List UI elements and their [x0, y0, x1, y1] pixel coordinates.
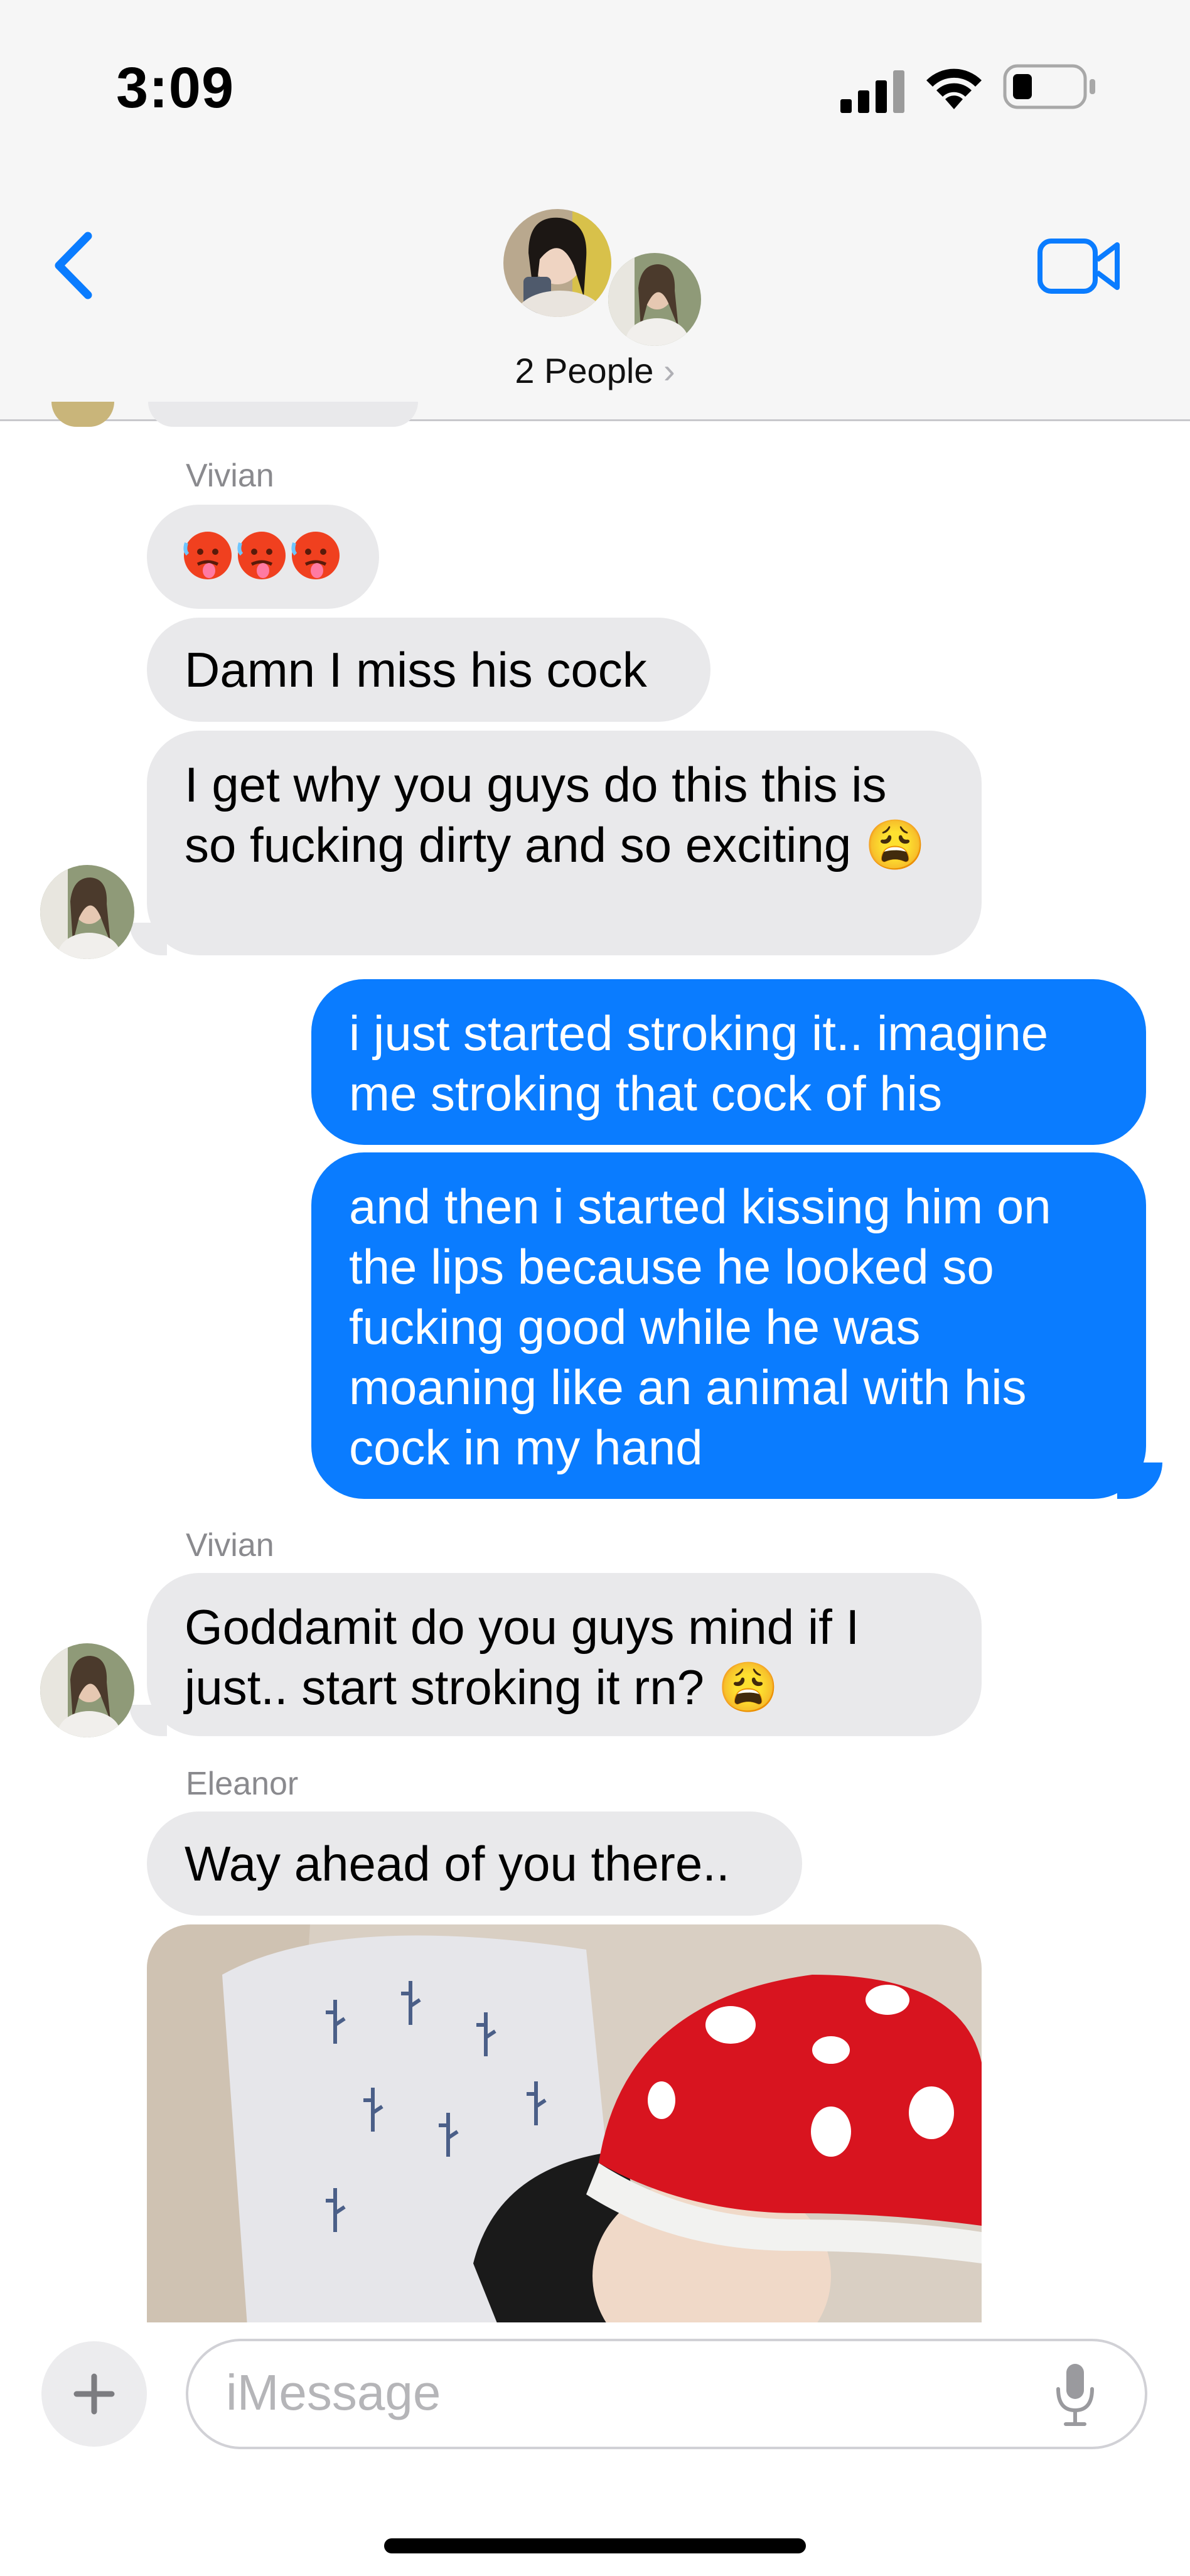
- photo-attachment[interactable]: [147, 1924, 982, 2326]
- sender-name: Eleanor: [186, 1766, 299, 1802]
- message-bubble-incoming[interactable]: I get why you guys do this this is so fu…: [147, 731, 982, 955]
- group-name-label: 2 People: [515, 351, 654, 390]
- message-input-placeholder: iMessage: [226, 2364, 441, 2420]
- bubble-tail: [1117, 1462, 1162, 1499]
- avatar-vivian[interactable]: [40, 865, 134, 959]
- message-bubble-incoming[interactable]: 🥵🥵🥵: [147, 505, 379, 609]
- message-bubble-incoming[interactable]: Damn I miss his cock: [147, 618, 710, 722]
- bubble-tail: [129, 923, 167, 955]
- wifi-icon: [926, 68, 982, 109]
- message-text: Damn I miss his cock: [185, 642, 647, 697]
- message-text: Way ahead of you there..: [185, 1836, 730, 1891]
- bubble-tail: [129, 1705, 167, 1736]
- chevron-right-icon: ›: [663, 351, 675, 390]
- apps-plus-button[interactable]: [41, 2341, 147, 2447]
- sender-name: Vivian: [186, 1527, 274, 1564]
- avatar-vivian[interactable]: [40, 1643, 134, 1737]
- hot-face-emoji: [183, 532, 340, 579]
- signal-icon: [840, 70, 904, 113]
- message-text: and then i started kissing him on the li…: [349, 1179, 1051, 1475]
- microphone-icon[interactable]: [1054, 2361, 1096, 2428]
- group-name[interactable]: 2 People ›: [0, 350, 1190, 391]
- message-bubble-outgoing[interactable]: and then i started kissing him on the li…: [311, 1152, 1146, 1499]
- back-chevron-icon[interactable]: [49, 231, 99, 300]
- status-time: 3:09: [116, 56, 235, 120]
- previous-message-bubble: [148, 402, 418, 427]
- sender-name: Vivian: [186, 458, 274, 494]
- home-indicator[interactable]: [384, 2538, 806, 2553]
- video-call-icon[interactable]: [1037, 236, 1121, 296]
- message-text: Goddamit do you guys mind if I just.. st…: [185, 1599, 860, 1715]
- group-avatar-vivian[interactable]: [605, 250, 704, 349]
- message-bubble-incoming[interactable]: Goddamit do you guys mind if I just.. st…: [147, 1573, 982, 1736]
- plus-icon: [73, 2373, 115, 2415]
- message-bubble-incoming[interactable]: Way ahead of you there..: [147, 1811, 802, 1916]
- message-text: I get why you guys do this this is so fu…: [185, 757, 926, 872]
- group-avatar-eleanor[interactable]: [500, 206, 614, 320]
- previous-avatar: [51, 402, 114, 427]
- message-text: i just started stroking it.. imagine me …: [349, 1006, 1049, 1121]
- battery-icon: [1003, 64, 1095, 109]
- message-bubble-outgoing[interactable]: i just started stroking it.. imagine me …: [311, 979, 1146, 1145]
